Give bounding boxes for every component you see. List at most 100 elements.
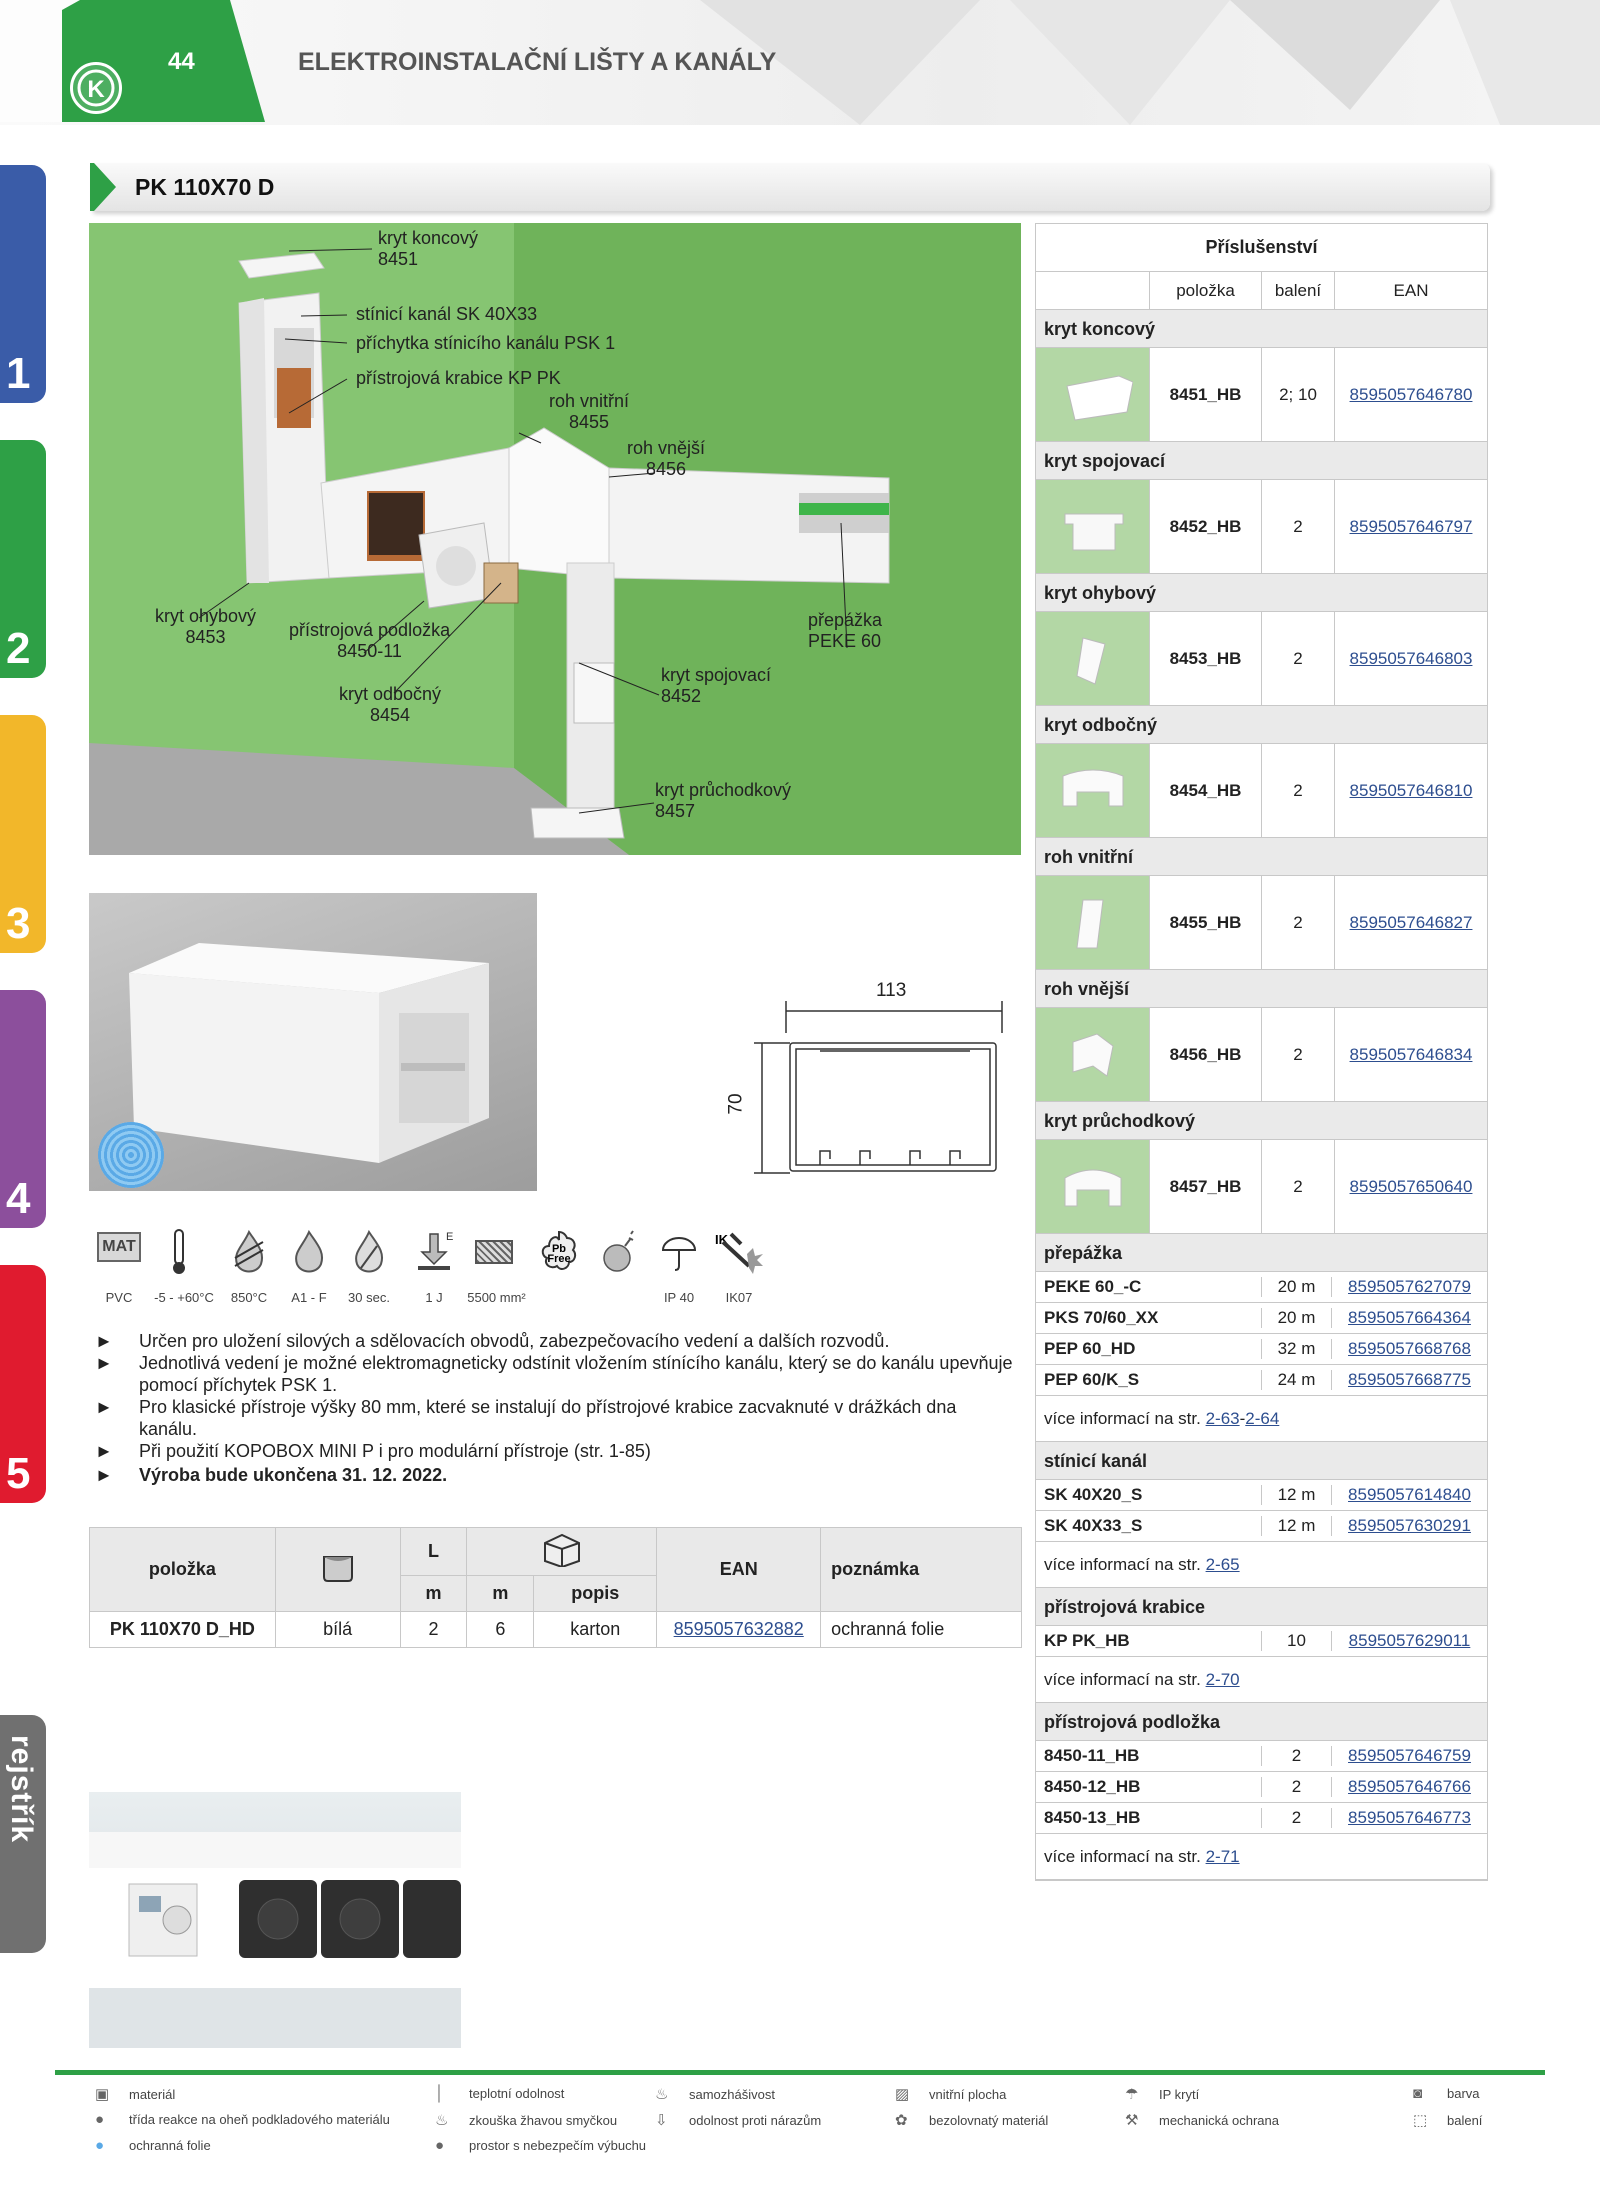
legend-item: ● třída reakce na oheň podkladového mater… bbox=[95, 2111, 390, 2128]
header-decoration bbox=[0, 0, 1600, 125]
accessory-pack: 2 bbox=[1261, 1746, 1331, 1766]
page-header bbox=[0, 0, 1600, 125]
accessory-category: kryt koncový bbox=[1036, 310, 1487, 348]
page-ref-link[interactable]: 2-63 bbox=[1206, 1409, 1240, 1429]
accessory-code: PEP 60_HD bbox=[1044, 1339, 1136, 1358]
ik-rating-icon: IK bbox=[709, 1228, 769, 1279]
thermometer-icon bbox=[149, 1228, 209, 1279]
accessory-image bbox=[1036, 612, 1149, 705]
ean-link[interactable]: 8595057650640 bbox=[1334, 1140, 1487, 1233]
flame-class-icon: ● bbox=[95, 2111, 105, 2128]
accessory-code: 8456_HB bbox=[1149, 1008, 1261, 1101]
page-ref-link[interactable]: 2-71 bbox=[1206, 1847, 1240, 1867]
legend-item: ✿ bezolovnatý materiál bbox=[895, 2111, 1048, 2129]
ean-link[interactable]: 8595057632882 bbox=[656, 1611, 822, 1648]
table-row: PKS 70/60_XX 20 m 8595057664364 bbox=[1036, 1303, 1487, 1334]
side-tab-label: 4 bbox=[6, 1174, 31, 1223]
legend-text: balení bbox=[1447, 2113, 1483, 2128]
accessory-pack: 24 m bbox=[1261, 1370, 1331, 1390]
accessory-code: 8450-12_HB bbox=[1044, 1777, 1141, 1796]
col-item: položka bbox=[89, 1527, 276, 1612]
side-tab-4[interactable]: 4 bbox=[0, 990, 46, 1228]
self-extinguish-icon: ♨ bbox=[655, 2086, 669, 2103]
impact-icon: E bbox=[404, 1228, 464, 1279]
side-tab-2[interactable]: 2 bbox=[0, 440, 46, 678]
legend-item: ◙ barva bbox=[1413, 2085, 1480, 2102]
accessory-pack: 2 bbox=[1261, 480, 1334, 573]
inner-area-icon bbox=[464, 1228, 524, 1264]
ean-link[interactable]: 8595057646834 bbox=[1334, 1008, 1487, 1101]
svg-text:K: K bbox=[87, 76, 105, 103]
legend-text: barva bbox=[1447, 2086, 1480, 2101]
accessory-code: 8450-11_HB bbox=[1044, 1746, 1140, 1765]
accessory-pack: 2 bbox=[1261, 1008, 1334, 1101]
ean-link[interactable]: 8595057630291 bbox=[1331, 1516, 1487, 1536]
accessory-pack: 10 bbox=[1261, 1631, 1331, 1651]
accessory-code: SK 40X20_S bbox=[1044, 1485, 1143, 1504]
ean-link[interactable]: 8595057614840 bbox=[1331, 1485, 1487, 1505]
pb-free-icon: ✿ bbox=[895, 2112, 908, 2129]
ik-rating-icon: ⚒ bbox=[1125, 2112, 1139, 2129]
accessory-image bbox=[1036, 876, 1149, 969]
accessory-pack: 2 bbox=[1261, 1777, 1331, 1797]
more-info: více informací na str. 2-63 - 2-64 bbox=[1036, 1396, 1487, 1442]
more-info: více informací na str. 2-65 bbox=[1036, 1542, 1487, 1588]
side-tab-3[interactable]: 3 bbox=[0, 715, 46, 953]
ean-link[interactable]: 8595057646766 bbox=[1331, 1777, 1487, 1797]
ean-link[interactable]: 8595057646810 bbox=[1334, 744, 1487, 837]
mat-icon: MAT bbox=[89, 1228, 149, 1262]
dimension-width: 113 bbox=[876, 980, 907, 1001]
col-desc: popis bbox=[533, 1575, 658, 1612]
ean-link[interactable]: 8595057668775 bbox=[1331, 1370, 1487, 1390]
col-unit: m bbox=[399, 1575, 468, 1612]
accessory-code: PEP 60/K_S bbox=[1044, 1370, 1140, 1389]
table-row: 8455_HB 2 8595057646827 bbox=[1036, 876, 1487, 970]
side-tab-label: 3 bbox=[6, 899, 31, 948]
table-row: 8450-12_HB 2 8595057646766 bbox=[1036, 1772, 1487, 1803]
bullet-item: ► Určen pro uložení silových a sdělovacíc… bbox=[95, 1331, 890, 1351]
scene-label: kryt koncový 8451 bbox=[378, 228, 479, 269]
ean-link[interactable]: 8595057646827 bbox=[1334, 876, 1487, 969]
accessory-pack: 20 m bbox=[1261, 1277, 1331, 1297]
table-row: SK 40X33_S 12 m 8595057630291 bbox=[1036, 1511, 1487, 1542]
col-item: položka bbox=[1149, 272, 1261, 309]
page-number: 44 bbox=[168, 48, 195, 75]
page-ref-link[interactable]: 2-65 bbox=[1206, 1555, 1240, 1575]
accessory-category: kryt odbočný bbox=[1036, 706, 1487, 744]
ean-link[interactable]: 8595057646780 bbox=[1334, 348, 1487, 441]
accessory-category: přístrojová podložka bbox=[1036, 1703, 1487, 1741]
legend-item: ☂ IP krytí bbox=[1125, 2085, 1199, 2103]
table-row: PEKE 60_-C 20 m 8595057627079 bbox=[1036, 1272, 1487, 1303]
accessory-code: KP PK_HB bbox=[1044, 1631, 1130, 1650]
property-label: PVC bbox=[105, 1290, 133, 1305]
ean-link[interactable]: 8595057664364 bbox=[1331, 1308, 1487, 1328]
legend-text: prostor s nebezpečím výbuchu bbox=[469, 2138, 647, 2153]
col-note: poznámka bbox=[820, 1527, 1022, 1612]
page-ref-link[interactable]: 2-70 bbox=[1206, 1670, 1240, 1690]
more-info-text: více informací na str. bbox=[1044, 1846, 1201, 1866]
bullet-item: ► Výroba bude ukončena 31. 12. 2022. bbox=[95, 1465, 448, 1485]
scene-label: kryt odbočný 8454 bbox=[339, 684, 442, 725]
ean-link[interactable]: 8595057629011 bbox=[1331, 1631, 1487, 1651]
legend-item: │ teplotní odolnost bbox=[435, 2085, 564, 2102]
side-tab-index[interactable]: rejstřík bbox=[0, 1715, 46, 1953]
accessory-image bbox=[1036, 348, 1149, 441]
legend-item: ● prostor s nebezpečím výbuchu bbox=[435, 2137, 646, 2154]
page-ref-link[interactable]: 2-64 bbox=[1245, 1409, 1279, 1429]
property-label: 1 J bbox=[425, 1290, 443, 1305]
ean-link[interactable]: 8595057646759 bbox=[1331, 1746, 1487, 1766]
explosion-icon bbox=[589, 1228, 649, 1279]
brand-logo: K bbox=[70, 62, 122, 114]
ean-link[interactable]: 8595057668768 bbox=[1331, 1339, 1487, 1359]
accessory-code: 8452_HB bbox=[1149, 480, 1261, 573]
bullet-item: ► Jednotlivá vedení je možné elektromagne… bbox=[95, 1353, 1013, 1395]
side-tab-5[interactable]: 5 bbox=[0, 1265, 46, 1503]
ean-link[interactable]: 8595057646803 bbox=[1334, 612, 1487, 705]
ean-link[interactable]: 8595057646773 bbox=[1331, 1808, 1487, 1828]
side-tab-1[interactable]: 1 bbox=[0, 165, 46, 403]
package-icon bbox=[466, 1527, 658, 1576]
ean-link[interactable]: 8595057627079 bbox=[1331, 1277, 1487, 1297]
product-title: PK 110X70 D bbox=[135, 174, 275, 200]
legend-item: ♨ zkouška žhavou smyčkou bbox=[435, 2111, 617, 2129]
ean-link[interactable]: 8595057646797 bbox=[1334, 480, 1487, 573]
